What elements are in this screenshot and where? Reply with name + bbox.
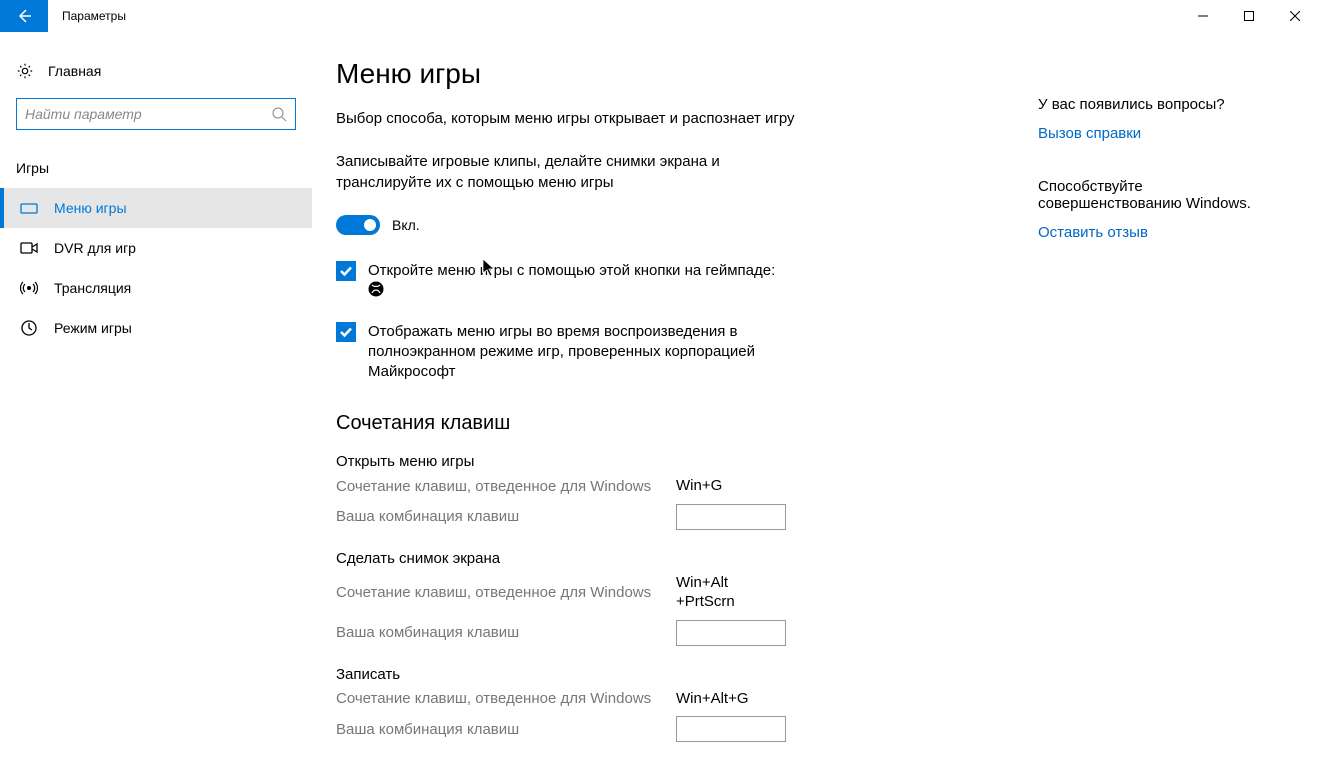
shortcut-win-value: Win+Alt +PrtScrn — [676, 573, 786, 612]
checkbox-fullscreen-label: Отображать меню игры во время воспроизве… — [368, 322, 816, 383]
toggle-label: Вкл. — [392, 217, 420, 233]
dvr-icon — [20, 239, 38, 257]
titlebar: Параметры — [0, 0, 1318, 32]
sidebar-group-header: Игры — [0, 152, 312, 188]
shortcut-title: Открыть меню игры — [336, 453, 1004, 470]
sidebar-item-broadcast[interactable]: Трансляция — [0, 268, 312, 308]
aside-questions-heading: У вас появились вопросы? — [1038, 96, 1288, 113]
gear-icon — [16, 62, 34, 80]
sidebar-item-label: Режим игры — [54, 320, 132, 336]
maximize-button[interactable] — [1226, 0, 1272, 32]
shortcut-user-label: Ваша комбинация клавиш — [336, 508, 676, 525]
shortcut-win-value: Win+G — [676, 476, 786, 496]
shortcut-user-input-record[interactable] — [676, 716, 786, 742]
sidebar: Главная Игры Меню игры DVR для игр Т — [0, 32, 312, 777]
check-icon — [339, 264, 353, 278]
shortcut-user-input-open[interactable] — [676, 504, 786, 530]
main-content: Меню игры Выбор способа, которым меню иг… — [312, 32, 1028, 777]
search-input[interactable] — [25, 106, 271, 122]
shortcut-win-label: Сочетание клавиш, отведенное для Windows — [336, 690, 676, 707]
shortcut-user-input-screenshot[interactable] — [676, 620, 786, 646]
page-description-2: Записывайте игровые клипы, делайте снимк… — [336, 151, 796, 193]
page-description-1: Выбор способа, которым меню игры открыва… — [336, 108, 796, 129]
sidebar-item-gamemode[interactable]: Режим игры — [0, 308, 312, 348]
aside-feedback-link[interactable]: Оставить отзыв — [1038, 224, 1288, 241]
shortcut-user-label: Ваша комбинация клавиш — [336, 624, 676, 641]
back-arrow-icon — [16, 8, 32, 24]
checkbox-gamepad-label: Откройте меню игры с помощью этой кнопки… — [368, 261, 775, 302]
shortcut-win-value: Win+Alt+G — [676, 689, 786, 709]
shortcut-group-screenshot: Сделать снимок экрана Сочетание клавиш, … — [336, 550, 1004, 646]
gamebar-icon — [20, 199, 38, 217]
gamebar-toggle[interactable] — [336, 215, 380, 235]
shortcut-win-label: Сочетание клавиш, отведенное для Windows — [336, 478, 676, 495]
gamemode-icon — [20, 319, 38, 337]
checkbox-gamepad[interactable] — [336, 261, 356, 281]
shortcuts-heading: Сочетания клавиш — [336, 412, 1004, 435]
shortcut-win-label: Сочетание клавиш, отведенное для Windows — [336, 584, 676, 601]
shortcut-user-label: Ваша комбинация клавиш — [336, 721, 676, 738]
sidebar-item-label: Трансляция — [54, 280, 131, 296]
back-button[interactable] — [0, 0, 48, 32]
sidebar-home-label: Главная — [48, 63, 101, 79]
sidebar-item-dvr[interactable]: DVR для игр — [0, 228, 312, 268]
search-box[interactable] — [16, 98, 296, 130]
aside-help-link[interactable]: Вызов справки — [1038, 125, 1288, 142]
window-controls — [1180, 0, 1318, 32]
aside: У вас появились вопросы? Вызов справки С… — [1028, 32, 1318, 777]
aside-feedback-heading: Способствуйте совершенствованию Windows. — [1038, 178, 1288, 212]
shortcut-title: Сделать снимок экрана — [336, 550, 1004, 567]
check-icon — [339, 325, 353, 339]
shortcut-group-open: Открыть меню игры Сочетание клавиш, отве… — [336, 453, 1004, 530]
sidebar-item-label: DVR для игр — [54, 240, 136, 256]
search-icon — [271, 106, 287, 122]
xbox-icon — [368, 281, 384, 297]
close-button[interactable] — [1272, 0, 1318, 32]
broadcast-icon — [20, 279, 38, 297]
sidebar-item-label: Меню игры — [54, 200, 127, 216]
window-title: Параметры — [48, 9, 1180, 23]
shortcut-group-record: Записать Сочетание клавиш, отведенное дл… — [336, 666, 1004, 743]
minimize-button[interactable] — [1180, 0, 1226, 32]
sidebar-item-gamebar[interactable]: Меню игры — [0, 188, 312, 228]
page-title: Меню игры — [336, 58, 1004, 90]
checkbox-fullscreen[interactable] — [336, 322, 356, 342]
sidebar-home[interactable]: Главная — [0, 56, 312, 98]
shortcut-title: Записать — [336, 666, 1004, 683]
